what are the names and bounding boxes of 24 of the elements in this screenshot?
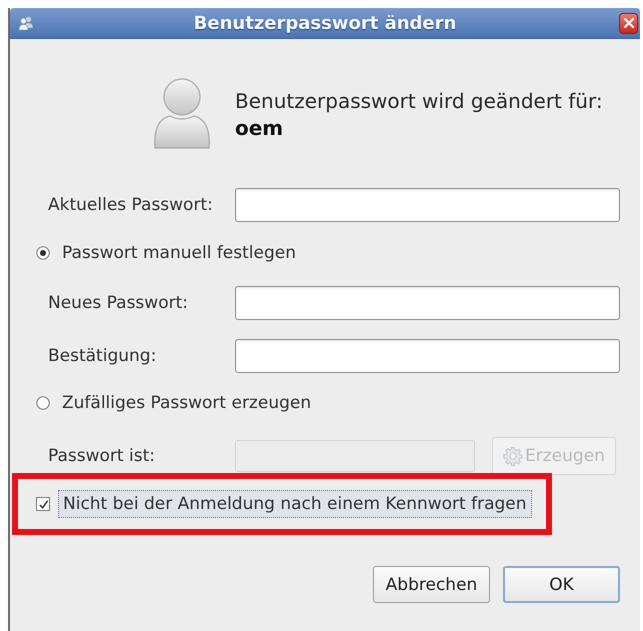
password-field[interactable] xyxy=(235,339,620,373)
window-title: Benutzerpasswort ändern xyxy=(192,12,458,34)
radio-label[interactable]: Passwort manuell festlegen xyxy=(62,243,296,263)
close-icon xyxy=(624,18,634,28)
close-button[interactable] xyxy=(619,12,638,34)
dialog-button[interactable]: Abbrechen xyxy=(373,566,490,603)
password-field[interactable] xyxy=(235,286,620,320)
field-label: Aktuelles Passwort: xyxy=(48,195,214,215)
radio-button[interactable] xyxy=(36,396,50,410)
checkmark-icon xyxy=(38,498,48,510)
field-label: Bestätigung: xyxy=(48,346,158,366)
users-icon xyxy=(18,15,34,31)
user-avatar-icon xyxy=(152,76,212,150)
checkbox[interactable] xyxy=(36,497,50,511)
checkbox-label[interactable]: Nicht bei der Anmeldung nach einem Kennwort fragen xyxy=(58,490,532,518)
field-label: Passwort ist: xyxy=(48,446,156,466)
header-text: Benutzerpasswort wird geändert für: xyxy=(235,88,603,115)
dialog-button[interactable]: OK xyxy=(503,566,620,603)
field-label: Neues Passwort: xyxy=(48,293,189,313)
radio-label[interactable]: Zufälliges Passwort erzeugen xyxy=(62,393,312,413)
radio-button[interactable] xyxy=(36,246,50,260)
user-name: oem xyxy=(235,115,284,142)
gear-icon xyxy=(503,446,524,466)
password-field[interactable] xyxy=(235,188,620,222)
